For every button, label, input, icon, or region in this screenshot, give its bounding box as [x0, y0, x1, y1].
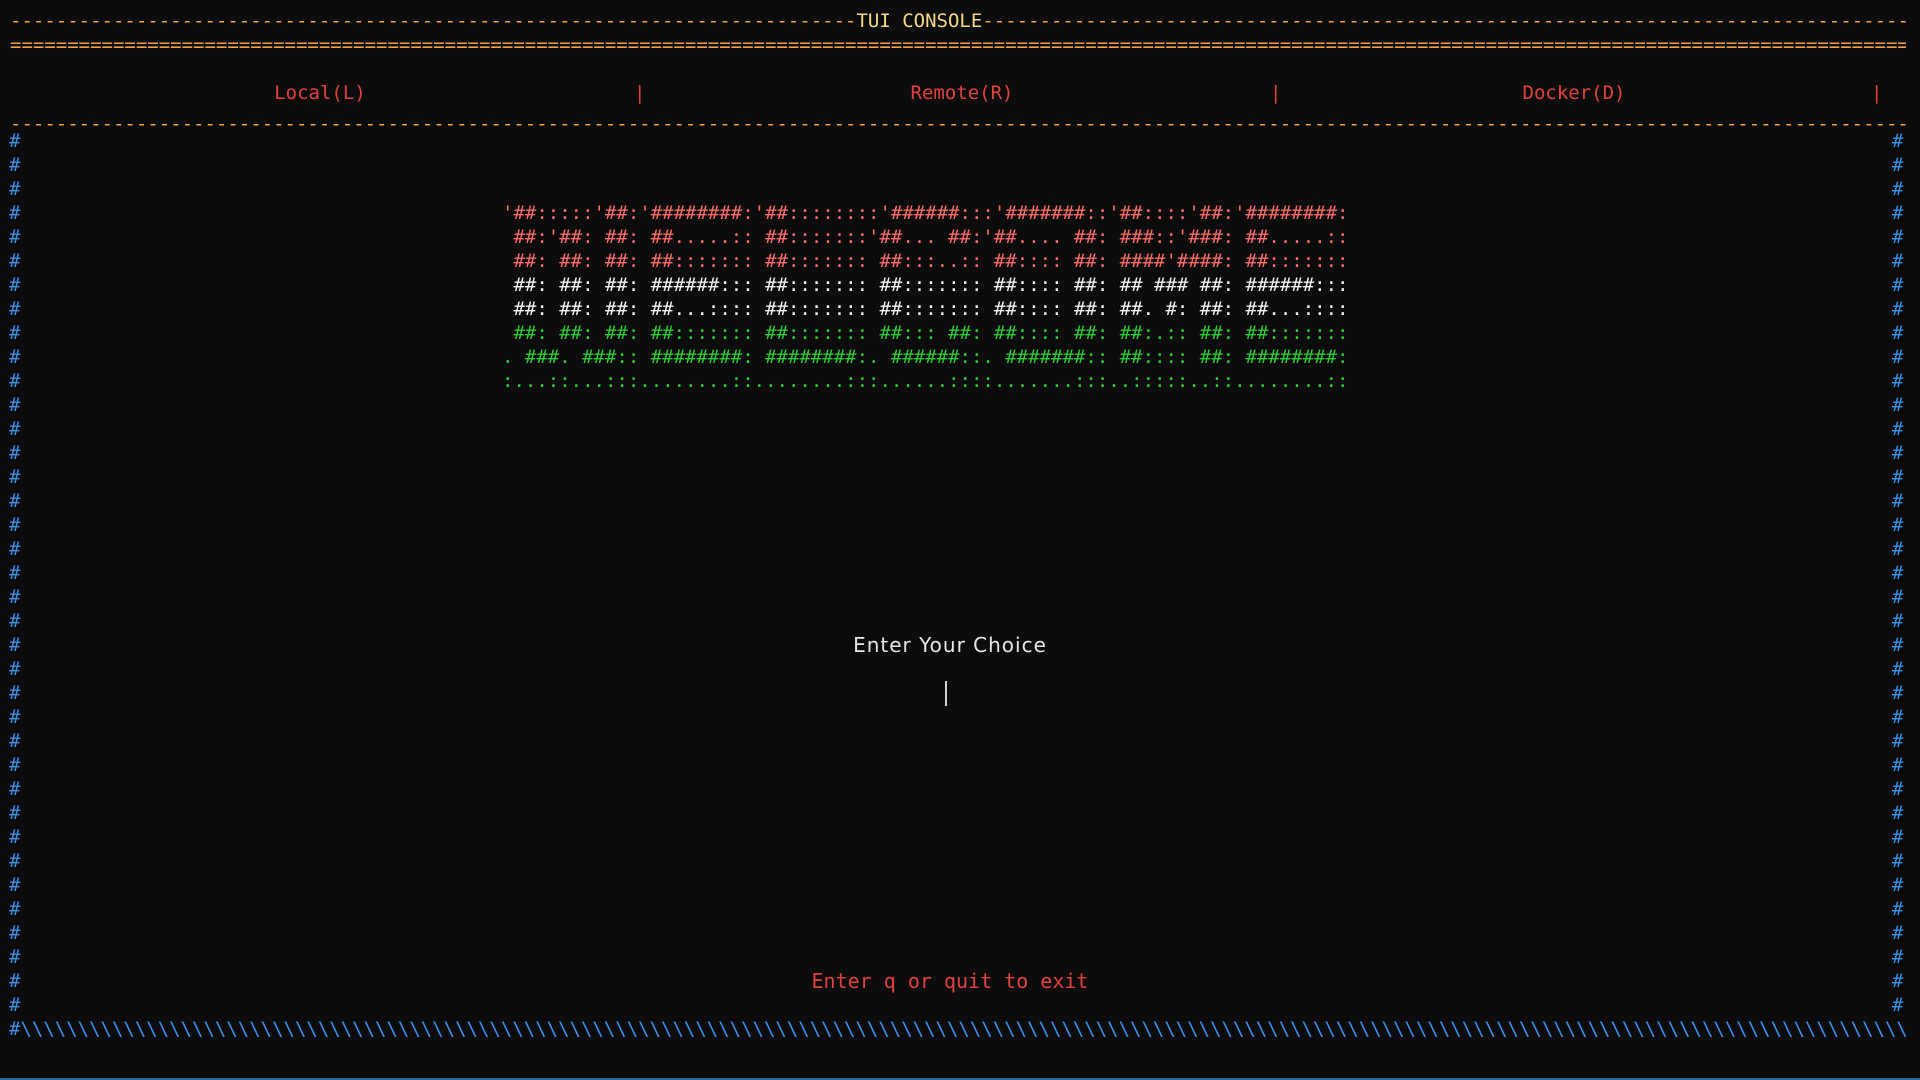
banner-line: :...::...:::........::........:::......:…	[502, 370, 1349, 392]
menu-item-remote[interactable]: Remote(R)	[911, 81, 1014, 105]
exit-hint: Enter q or quit to exit	[811, 969, 1089, 993]
title-rule-right: ----------------------------------------…	[982, 10, 1906, 32]
choice-input[interactable]	[900, 680, 994, 708]
menu-item-local[interactable]: Local(L)	[274, 81, 366, 105]
banner-line: ##: ##: ##: ##::::::: ##::::::: ##::: ##…	[502, 322, 1349, 344]
double-rule: ========================================…	[10, 34, 1906, 56]
title-rule-left: ----------------------------------------…	[10, 10, 857, 32]
banner-line: ##: ##: ##: ######::: ##::::::: ##::::::…	[502, 274, 1349, 296]
banner-line: . ###. ###:: ########: ########:. ######…	[502, 346, 1349, 368]
text-cursor	[945, 681, 947, 706]
banner-line: ##:'##: ##: ##.....:: ##:::::::'##... ##…	[502, 226, 1349, 248]
left-border: # # # # # # # # # # # # # # # # # # # # …	[9, 130, 21, 1016]
menu-separator: |	[1871, 82, 1883, 104]
menu-rule: ----------------------------------------…	[10, 113, 1906, 135]
menu-separator: |	[1270, 82, 1282, 104]
banner-line: ##: ##: ##: ##::::::: ##::::::: ##:::..:…	[502, 250, 1349, 272]
menu-separator: |	[634, 82, 646, 104]
banner-line: '##:::::'##:'########:'##::::::::'######…	[502, 202, 1349, 224]
window-title: TUI CONSOLE	[856, 10, 983, 32]
banner-line: ##: ##: ##: ##...:::: ##::::::: ##::::::…	[502, 298, 1349, 320]
choice-prompt-label: Enter Your Choice	[853, 633, 1047, 657]
bottom-border: #\\\\\\\\\\\\\\\\\\\\\\\\\\\\\\\\\\\\\\\…	[9, 1018, 1906, 1040]
right-border: # # # # # # # # # # # # # # # # # # # # …	[1892, 130, 1904, 1016]
ascii-banner: '##:::::'##:'########:'##::::::::'######…	[502, 201, 1348, 393]
title-rule: ----------------------------------------…	[10, 9, 1906, 33]
menu-item-docker[interactable]: Docker(D)	[1523, 81, 1626, 105]
